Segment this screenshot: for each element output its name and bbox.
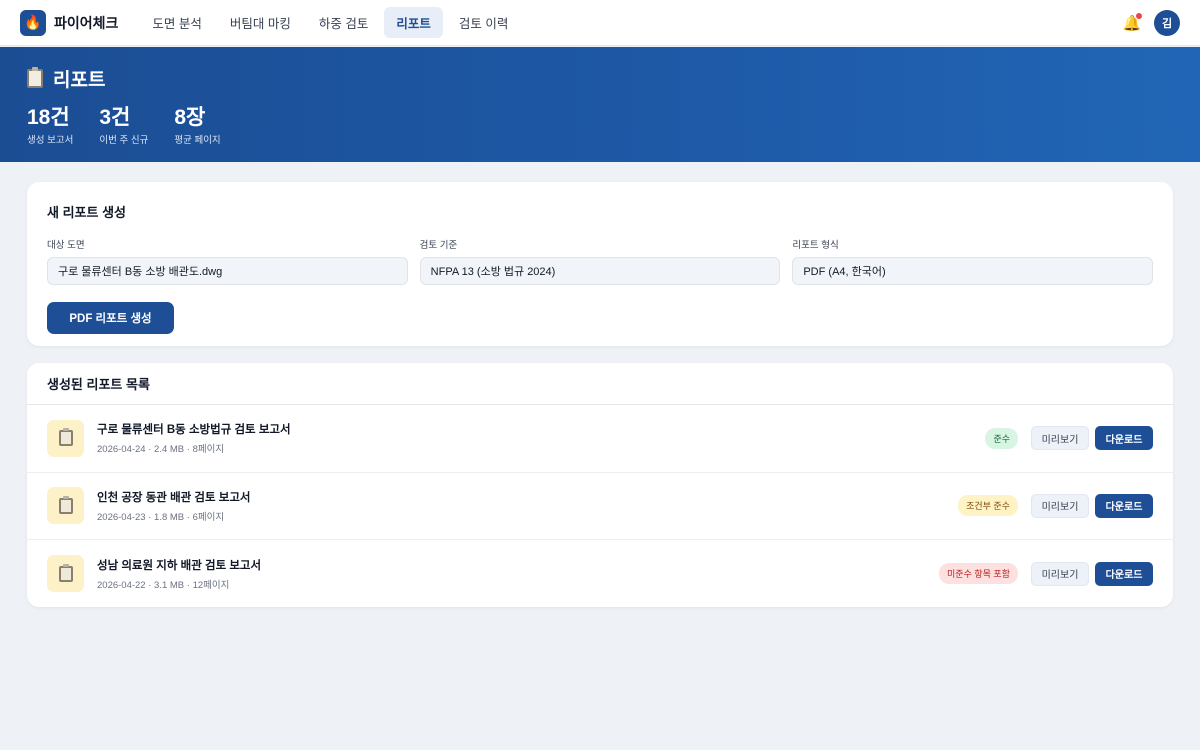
report-meta: 2026-04-24 · 2.4 MB · 8페이지 <box>97 444 225 456</box>
target-drawing-input[interactable] <box>47 257 408 285</box>
item-actions: 조건부 준수 미리보기 다운로드 <box>958 493 1153 518</box>
clipboard-icon <box>47 487 84 525</box>
report-format-field: 리포트 형식 <box>792 237 1154 285</box>
tab-review-history[interactable]: 검토 이력 <box>447 7 520 38</box>
app-name[interactable]: 파이어체크 <box>54 13 118 33</box>
target-drawing-field: 대상 도면 <box>47 237 408 285</box>
status-badge: 준수 <box>985 427 1018 449</box>
report-fields: 대상 도면 검토 기준 리포트 형식 <box>47 237 1154 285</box>
bell-icon[interactable]: 🔔 <box>1122 12 1142 33</box>
stat-label: 평균 페이지 <box>174 135 221 146</box>
report-list-title: 생성된 리포트 목록 <box>47 377 150 392</box>
stat-value: 8장 <box>174 106 206 129</box>
download-button[interactable]: 다운로드 <box>1095 426 1153 451</box>
page-title-row: 리포트 <box>27 65 1173 92</box>
stats-row: 18건 생성 보고서 3건 이번 주 신규 8장 평균 페이지 <box>27 106 1173 146</box>
generate-pdf-button[interactable]: PDF 리포트 생성 <box>47 302 174 334</box>
stat-value: 3건 <box>99 106 131 129</box>
new-report-card: 새 리포트 생성 대상 도면 검토 기준 리포트 형식 PDF 리포트 생성 <box>27 182 1173 346</box>
list-item[interactable]: 인천 공장 동관 배관 검토 보고서 2026-04-23 · 1.8 MB ·… <box>27 473 1173 540</box>
report-title: 성남 의료원 지하 배관 검토 보고서 <box>97 559 262 572</box>
top-navbar: 🔥 파이어체크 도면 분석 버팀대 마킹 하중 검토 리포트 검토 이력 🔔 김 <box>0 0 1200 46</box>
stat-value: 18건 <box>27 106 70 129</box>
item-text: 인천 공장 동관 배관 검토 보고서 2026-04-23 · 1.8 MB ·… <box>97 489 251 523</box>
download-button[interactable]: 다운로드 <box>1095 561 1153 586</box>
nav-tabs: 도면 분석 버팀대 마킹 하중 검토 리포트 검토 이력 <box>140 7 524 38</box>
field-label: 검토 기준 <box>419 240 458 251</box>
report-list-header: 생성된 리포트 목록 <box>27 363 1173 405</box>
list-item[interactable]: 구로 물류센터 B동 소방법규 검토 보고서 2026-04-24 · 2.4 … <box>27 405 1173 473</box>
new-report-title: 새 리포트 생성 <box>47 205 126 220</box>
tab-load-review[interactable]: 하중 검토 <box>307 7 380 38</box>
clipboard-glyph <box>58 495 73 514</box>
stat-avg-pages: 8장 평균 페이지 <box>174 106 220 146</box>
review-standard-input[interactable] <box>419 257 781 285</box>
notification-dot <box>1136 12 1142 19</box>
stat-new-this-week: 3건 이번 주 신규 <box>99 106 148 146</box>
item-actions: 미준수 항목 포함 미리보기 다운로드 <box>939 561 1153 586</box>
stat-label: 생성 보고서 <box>27 135 74 146</box>
status-badge: 미준수 항목 포함 <box>939 563 1018 585</box>
item-text: 성남 의료원 지하 배관 검토 보고서 2026-04-22 · 3.1 MB … <box>97 557 261 591</box>
stat-label: 이번 주 신규 <box>99 135 149 146</box>
flame-icon[interactable]: 🔥 <box>20 9 46 36</box>
report-meta: 2026-04-23 · 1.8 MB · 6페이지 <box>97 511 225 523</box>
review-standard-field: 검토 기준 <box>419 237 781 285</box>
preview-button[interactable]: 미리보기 <box>1031 426 1089 451</box>
tab-drawing-analysis[interactable]: 도면 분석 <box>140 7 213 38</box>
clipboard-icon <box>27 67 43 88</box>
clipboard-icon <box>47 555 84 593</box>
page-header: 리포트 18건 생성 보고서 3건 이번 주 신규 8장 평균 페이지 <box>0 47 1200 162</box>
report-title: 구로 물류센터 B동 소방법규 검토 보고서 <box>97 424 291 437</box>
clipboard-glyph <box>58 563 73 582</box>
report-meta: 2026-04-22 · 3.1 MB · 12페이지 <box>97 579 230 591</box>
stat-generated: 18건 생성 보고서 <box>27 106 73 146</box>
tab-report[interactable]: 리포트 <box>384 7 443 38</box>
download-button[interactable]: 다운로드 <box>1095 493 1153 518</box>
preview-button[interactable]: 미리보기 <box>1031 493 1089 518</box>
report-title: 인천 공장 동관 배관 검토 보고서 <box>97 491 251 504</box>
field-label: 대상 도면 <box>47 240 85 251</box>
clipboard-icon <box>47 419 84 457</box>
page-title: 리포트 <box>53 70 106 91</box>
report-list-card: 생성된 리포트 목록 구로 물류센터 B동 소방법규 검토 보고서 2026-0… <box>27 363 1173 607</box>
item-text: 구로 물류센터 B동 소방법규 검토 보고서 2026-04-24 · 2.4 … <box>97 421 291 455</box>
status-badge: 조건부 준수 <box>958 495 1018 517</box>
list-item[interactable]: 성남 의료원 지하 배관 검토 보고서 2026-04-22 · 3.1 MB … <box>27 540 1173 608</box>
item-actions: 준수 미리보기 다운로드 <box>985 426 1153 451</box>
nav-right: 🔔 김 <box>1122 9 1180 36</box>
report-format-input[interactable] <box>792 257 1154 285</box>
preview-button[interactable]: 미리보기 <box>1031 561 1089 586</box>
avatar[interactable]: 김 <box>1154 9 1180 36</box>
clipboard-glyph <box>58 428 73 447</box>
field-label: 리포트 형식 <box>792 240 839 251</box>
tab-brace-marking[interactable]: 버팀대 마킹 <box>218 7 303 38</box>
